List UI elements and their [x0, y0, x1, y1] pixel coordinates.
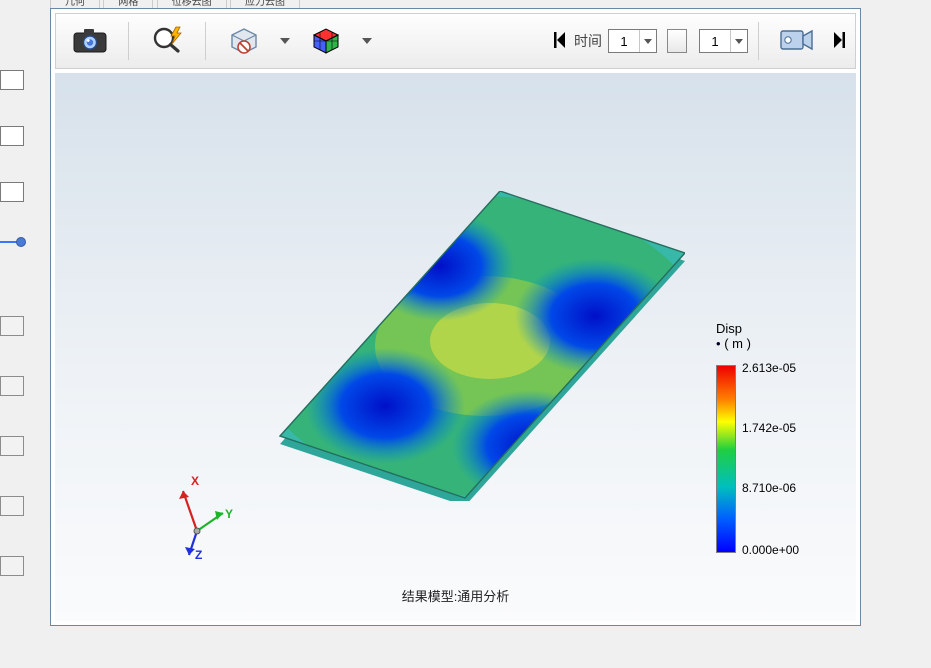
time-decrement-button[interactable]	[667, 29, 687, 53]
time-selector: 时间 1 1	[574, 29, 748, 53]
chevron-down-icon	[730, 30, 747, 52]
legend-tick-max: 2.613e-05	[742, 361, 796, 375]
axis-z-label: Z	[195, 548, 202, 561]
color-legend: Disp • ( m ) 2.613e-05 1.742e-05 8.710e-…	[716, 321, 826, 561]
input-stub[interactable]	[0, 182, 24, 202]
input-stub[interactable]	[0, 70, 24, 90]
colormap-button[interactable]	[298, 20, 354, 62]
input-stub[interactable]	[0, 126, 24, 146]
step-combo-value: 1	[700, 34, 730, 49]
result-title: 结果模型:通用分析	[55, 586, 856, 605]
chevron-down-icon	[280, 38, 290, 44]
cube-hidden-icon	[227, 25, 261, 58]
automatic-zoom-button[interactable]	[139, 20, 195, 62]
display-style-dropdown[interactable]	[276, 20, 294, 62]
step-combo[interactable]: 1	[699, 29, 748, 53]
chevron-down-icon	[639, 30, 656, 52]
skip-forward-icon	[832, 32, 846, 51]
display-style-button[interactable]	[216, 20, 272, 62]
timestep-next-button[interactable]	[829, 20, 849, 62]
left-property-stubs	[0, 70, 24, 616]
button-stub[interactable]	[0, 316, 24, 336]
skip-back-icon	[553, 32, 567, 51]
button-stub[interactable]	[0, 376, 24, 396]
tab-displacement[interactable]: 位移云图	[157, 0, 227, 8]
time-label: 时间	[574, 31, 602, 51]
time-combo-value: 1	[609, 34, 639, 49]
colormap-cube-icon	[310, 25, 342, 58]
viewer-tab-row: 几何 网格 位移云图 应力云图	[50, 0, 870, 8]
timestep-prev-button[interactable]	[550, 20, 570, 62]
screenshot-button[interactable]	[62, 20, 118, 62]
tab-geometry[interactable]: 几何	[50, 0, 100, 8]
legend-color-bar	[716, 365, 736, 553]
camera-icon	[73, 27, 107, 56]
tab-stress[interactable]: 应力云图	[230, 0, 300, 8]
button-stub[interactable]	[0, 436, 24, 456]
animation-button[interactable]	[769, 20, 825, 62]
legend-tick-2: 1.742e-05	[742, 421, 796, 435]
tab-mesh[interactable]: 网格	[103, 0, 153, 8]
viewer-toolbar: 时间 1 1	[55, 13, 856, 69]
result-canvas[interactable]: X Y Z Disp • ( m ) 2.613e-05 1.742e-05 8…	[55, 73, 856, 621]
contour-plate	[215, 191, 685, 501]
chevron-down-icon	[362, 38, 372, 44]
axis-y-label: Y	[225, 507, 233, 521]
result-viewer: 时间 1 1	[50, 8, 861, 626]
colormap-dropdown[interactable]	[358, 20, 376, 62]
legend-title-line2: ( m )	[724, 336, 751, 351]
slider-stub[interactable]	[0, 238, 22, 246]
magnifier-lightning-icon	[151, 25, 183, 58]
axis-triad: X Y Z	[165, 471, 235, 561]
time-combo[interactable]: 1	[608, 29, 657, 53]
button-stub[interactable]	[0, 556, 24, 576]
legend-tick-1: 8.710e-06	[742, 481, 796, 495]
legend-title-line1: Disp	[716, 321, 742, 336]
button-stub[interactable]	[0, 496, 24, 516]
axis-x-label: X	[191, 474, 199, 488]
video-camera-icon	[780, 28, 814, 55]
legend-tick-min: 0.000e+00	[742, 543, 799, 557]
legend-marker-icon: •	[716, 336, 721, 351]
